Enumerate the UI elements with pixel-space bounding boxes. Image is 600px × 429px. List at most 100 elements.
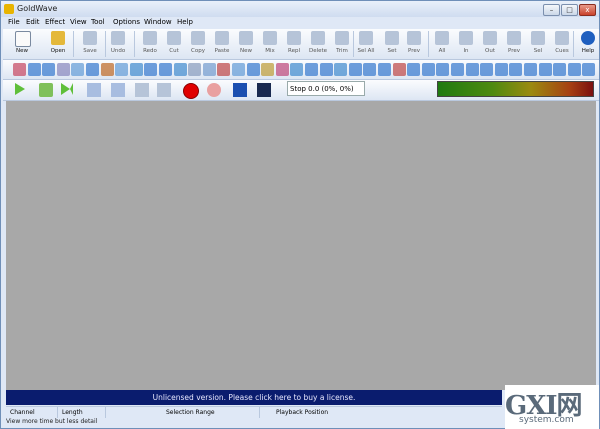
device-controls-icon[interactable] <box>233 83 247 97</box>
toolbar-cues-button[interactable]: Cues <box>551 29 573 59</box>
effect-tool-icon[interactable] <box>334 63 348 76</box>
toolbar-new-file-button[interactable]: New <box>11 29 33 59</box>
effect-tool-icon[interactable] <box>319 63 333 76</box>
main-toolbar: New Open Save Undo Redo Cut Copy Paste New Mix Rep… <box>3 29 599 60</box>
effect-tool-icon[interactable] <box>144 63 158 76</box>
toolbar-zoom-out-button[interactable]: Out <box>479 29 501 59</box>
monitor-window-icon[interactable] <box>257 83 271 97</box>
effect-tool-icon[interactable] <box>421 63 435 76</box>
effect-tool-icon[interactable] <box>217 63 231 76</box>
toolbar-mix-button[interactable]: Mix <box>259 29 281 59</box>
workspace-area[interactable] <box>6 101 596 390</box>
play-selection-icon[interactable] <box>39 83 53 97</box>
menu-view[interactable]: View <box>70 17 87 28</box>
status-channel: Channel <box>6 407 58 418</box>
effect-tool-icon[interactable] <box>246 63 260 76</box>
rewind-icon[interactable] <box>87 83 101 97</box>
effect-tool-icon[interactable] <box>290 63 304 76</box>
effect-tool-icon[interactable] <box>305 63 318 76</box>
toolbar-zoom-all-button[interactable]: All <box>431 29 453 59</box>
effect-tool-icon[interactable] <box>407 63 421 76</box>
effect-tool-icon[interactable] <box>115 63 129 76</box>
stop-icon[interactable] <box>157 83 171 97</box>
toolbar-separator <box>134 31 135 57</box>
effect-tool-icon[interactable] <box>538 63 552 76</box>
record-icon[interactable] <box>183 83 199 99</box>
toolbar-zoom-selection-button[interactable]: Sel <box>527 29 549 59</box>
effect-tool-icon[interactable] <box>261 63 275 76</box>
toolbar-paste-new-button[interactable]: New <box>235 29 257 59</box>
toolbar-redo-button[interactable]: Redo <box>139 29 161 59</box>
effect-tool-icon[interactable] <box>509 63 523 76</box>
effect-tool-icon[interactable] <box>100 63 114 76</box>
effect-tool-icon[interactable] <box>188 63 202 76</box>
effect-tool-icon[interactable] <box>275 63 289 76</box>
toolbar-button-label: Undo <box>110 48 126 54</box>
toolbar-help-button[interactable]: Help <box>577 29 599 59</box>
effect-tool-icon[interactable] <box>86 63 99 76</box>
menu-options[interactable]: Options <box>113 17 140 28</box>
maximize-button[interactable]: □ <box>561 4 578 16</box>
effect-tool-icon[interactable] <box>553 63 567 76</box>
effect-tool-icon[interactable] <box>173 63 187 76</box>
toolbar-select-all-button[interactable]: Sel All <box>355 29 377 59</box>
toolbar-undo-button[interactable]: Undo <box>107 29 129 59</box>
play-to-end-icon[interactable] <box>61 83 73 95</box>
goldwave-app-icon <box>4 4 14 14</box>
effect-tool-icon[interactable] <box>56 63 70 76</box>
redo-icon <box>143 31 157 45</box>
fast-forward-icon[interactable] <box>111 83 125 97</box>
effect-tool-icon[interactable] <box>232 63 245 76</box>
menu-help[interactable]: Help <box>177 17 193 28</box>
effect-tool-icon[interactable] <box>524 63 537 76</box>
toolbar-replace-button[interactable]: Repl <box>283 29 305 59</box>
effect-tool-icon[interactable] <box>480 63 494 76</box>
menu-tool[interactable]: Tool <box>91 17 105 28</box>
effect-tool-icon[interactable] <box>436 63 450 76</box>
toolbar-save-button[interactable]: Save <box>79 29 101 59</box>
window-title: GoldWave <box>17 4 58 13</box>
pause-icon[interactable] <box>135 83 149 97</box>
menu-window[interactable]: Window <box>144 17 172 28</box>
menu-file[interactable]: File <box>8 17 20 28</box>
toolbar-delete-button[interactable]: Delete <box>307 29 329 59</box>
toolbar-zoom-in-button[interactable]: In <box>455 29 477 59</box>
toolbar-zoom-previous-button[interactable]: Prev <box>503 29 525 59</box>
effect-tool-icon[interactable] <box>378 63 391 76</box>
toolbar-set-button[interactable]: Set <box>381 29 403 59</box>
effect-tool-icon[interactable] <box>42 63 56 76</box>
record-selection-icon[interactable] <box>207 83 221 97</box>
previous-icon <box>407 31 421 45</box>
play-icon[interactable] <box>15 83 25 95</box>
effect-tool-icon[interactable] <box>129 63 143 76</box>
effect-tool-icon[interactable] <box>159 63 172 76</box>
toolbar-cut-button[interactable]: Cut <box>163 29 185 59</box>
zoom-out-icon <box>483 31 497 45</box>
close-button[interactable]: x <box>579 4 596 16</box>
status-hint: View more time but less detail <box>6 418 98 425</box>
toolbar-copy-button[interactable]: Copy <box>187 29 209 59</box>
toolbar-paste-button[interactable]: Paste <box>211 29 233 59</box>
effect-tool-icon[interactable] <box>392 63 406 76</box>
toolbar-previous-button[interactable]: Prev <box>403 29 425 59</box>
effect-tool-icon[interactable] <box>202 63 216 76</box>
effect-tool-icon[interactable] <box>348 63 362 76</box>
effect-tool-icon[interactable] <box>13 63 26 76</box>
effect-tool-icon[interactable] <box>71 63 85 76</box>
effect-tool-icon[interactable] <box>27 63 41 76</box>
minimize-button[interactable]: – <box>543 4 560 16</box>
menu-edit[interactable]: Edit <box>26 17 40 28</box>
effect-tool-icon[interactable] <box>567 63 581 76</box>
level-meter <box>437 81 594 97</box>
watermark-domain: system.com <box>519 415 574 425</box>
effect-tool-icon[interactable] <box>363 63 377 76</box>
toolbar-open-folder-button[interactable]: Open <box>47 29 69 59</box>
effect-tool-icon[interactable] <box>494 63 508 76</box>
effect-tool-icon[interactable] <box>582 63 596 76</box>
paste-icon <box>215 31 229 45</box>
effect-tool-icon[interactable] <box>451 63 464 76</box>
license-banner[interactable]: Unlicensed version. Please click here to… <box>6 390 502 405</box>
toolbar-trim-button[interactable]: Trim <box>331 29 353 59</box>
effect-tool-icon[interactable] <box>465 63 479 76</box>
menu-effect[interactable]: Effect <box>45 17 65 28</box>
